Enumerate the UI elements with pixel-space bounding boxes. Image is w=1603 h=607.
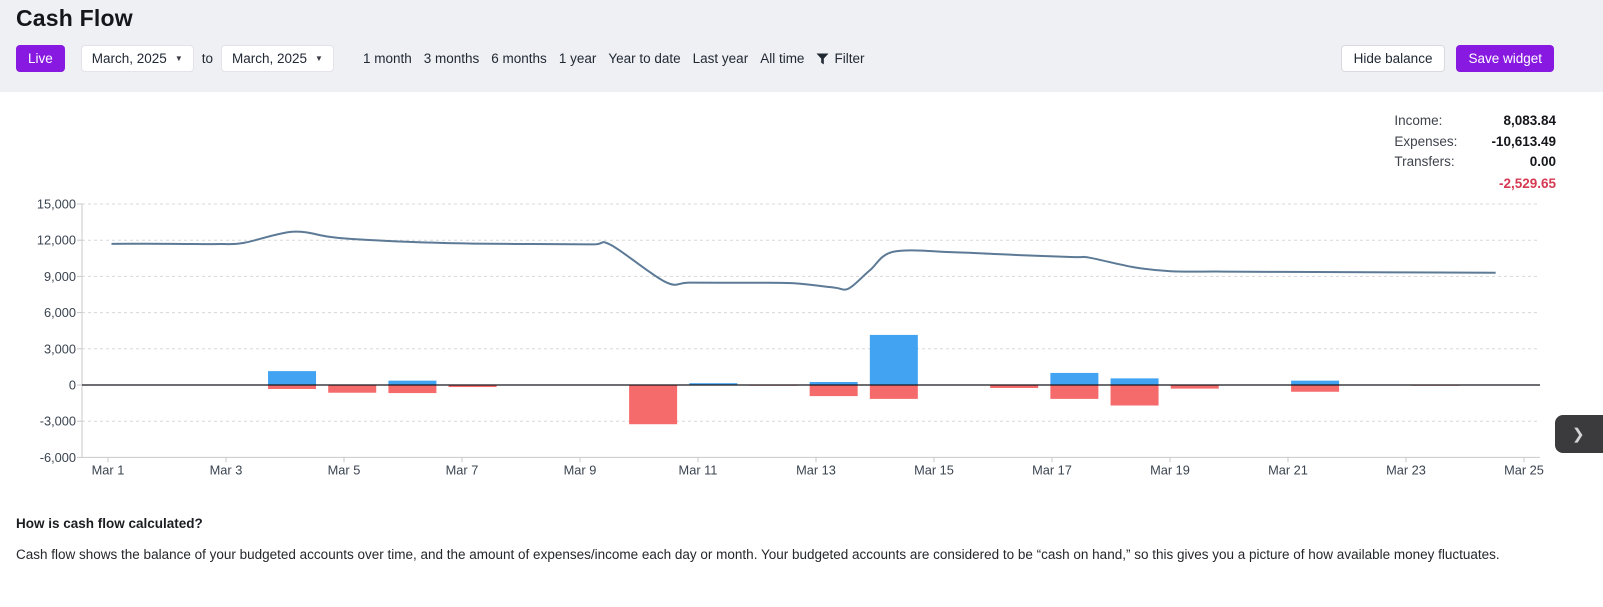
chevron-down-icon: ▼ (175, 55, 183, 63)
income-bar (1050, 373, 1098, 385)
toolbar: Live March, 2025 ▼ to March, 2025 ▼ 1 mo… (16, 45, 1603, 72)
transfers-label: Transfers: (1394, 154, 1457, 171)
x-axis-label: Mar 25 (1504, 462, 1544, 477)
y-axis-label: 15,000 (37, 197, 76, 212)
income-bar (268, 371, 316, 385)
expense-bar (388, 385, 436, 393)
from-month-select[interactable]: March, 2025 ▼ (81, 45, 194, 72)
x-axis-label: Mar 1 (92, 462, 125, 477)
range-link-year-to-date[interactable]: Year to date (608, 51, 680, 66)
expenses-label: Expenses: (1394, 134, 1457, 151)
range-link-1-year[interactable]: 1 year (559, 51, 597, 66)
x-axis-label: Mar 5 (328, 462, 361, 477)
summary-panel: Income: 8,083.84 Expenses: -10,613.49 Transf… (1394, 113, 1556, 192)
to-label: to (202, 51, 213, 66)
expense-bars (268, 385, 1459, 424)
y-axis-label: 6,000 (44, 305, 76, 320)
expense-bar (1291, 385, 1339, 392)
cash-flow-widget: Cash Flow Live March, 2025 ▼ to March, 2… (0, 0, 1603, 607)
next-page-button[interactable]: ❯ (1555, 415, 1603, 453)
x-axis-label: Mar 23 (1386, 462, 1426, 477)
expense-bar (328, 385, 376, 393)
y-axis-label: 0 (69, 378, 76, 393)
income-bars (268, 335, 1339, 385)
transfers-value: 0.00 (1491, 154, 1556, 171)
income-bar (1291, 381, 1339, 385)
x-axis-label: Mar 19 (1150, 462, 1190, 477)
y-axis-label: 12,000 (37, 233, 76, 248)
footer-heading: How is cash flow calculated? (16, 516, 1583, 531)
live-button[interactable]: Live (16, 45, 65, 72)
filter-icon (816, 53, 829, 65)
net-value: -2,529.65 (1394, 176, 1556, 193)
y-axis-label: 3,000 (44, 341, 76, 356)
income-label: Income: (1394, 113, 1457, 130)
expense-bar (1050, 385, 1098, 399)
footer-body: Cash flow shows the balance of your budg… (16, 547, 1583, 562)
income-bar (1111, 378, 1159, 385)
chevron-right-icon: ❯ (1572, 425, 1585, 443)
footer: How is cash flow calculated? Cash flow s… (0, 490, 1603, 562)
chevron-down-icon: ▼ (315, 55, 323, 63)
filter-button[interactable]: Filter (816, 51, 864, 66)
chart-section: Income: 8,083.84 Expenses: -10,613.49 Transf… (0, 92, 1603, 490)
range-links: 1 month 3 months 6 months 1 year Year to dat… (363, 51, 804, 66)
range-link-3-months[interactable]: 3 months (424, 51, 480, 66)
range-link-last-year[interactable]: Last year (693, 51, 749, 66)
expenses-value: -10,613.49 (1491, 134, 1556, 151)
expense-bar (1111, 385, 1159, 406)
expense-bar (629, 385, 677, 424)
expense-bar (870, 385, 918, 399)
page-title: Cash Flow (16, 0, 1603, 32)
x-axis-label: Mar 9 (564, 462, 597, 477)
to-month-value: March, 2025 (232, 51, 307, 66)
income-bar (870, 335, 918, 385)
range-link-6-months[interactable]: 6 months (491, 51, 547, 66)
header: Cash Flow Live March, 2025 ▼ to March, 2… (0, 0, 1603, 92)
income-value: 8,083.84 (1491, 113, 1556, 130)
from-month-value: March, 2025 (92, 51, 167, 66)
cash-flow-chart: -6,000 -3,000 0 3,000 6,000 9,000 12,000 15,000… (0, 92, 1603, 490)
filter-label: Filter (834, 51, 864, 66)
y-axis-label: -6,000 (40, 450, 76, 465)
hide-balance-button[interactable]: Hide balance (1341, 45, 1446, 72)
x-axis-label: Mar 17 (1032, 462, 1072, 477)
to-month-select[interactable]: March, 2025 ▼ (221, 45, 334, 72)
y-axis-label: 9,000 (44, 269, 76, 284)
expense-bar (810, 385, 858, 396)
x-axis-label: Mar 21 (1268, 462, 1308, 477)
x-axis-label: Mar 15 (914, 462, 954, 477)
income-bar (388, 381, 436, 385)
y-axis-label: -3,000 (40, 414, 76, 429)
x-axis-label: Mar 3 (210, 462, 243, 477)
range-link-all-time[interactable]: All time (760, 51, 804, 66)
x-axis-label: Mar 11 (679, 462, 718, 477)
toolbar-right: Hide balance Save widget (1341, 45, 1554, 72)
save-widget-button[interactable]: Save widget (1456, 45, 1554, 72)
range-link-1-month[interactable]: 1 month (363, 51, 412, 66)
x-axis-label: Mar 7 (446, 462, 479, 477)
x-axis-label: Mar 13 (796, 462, 836, 477)
